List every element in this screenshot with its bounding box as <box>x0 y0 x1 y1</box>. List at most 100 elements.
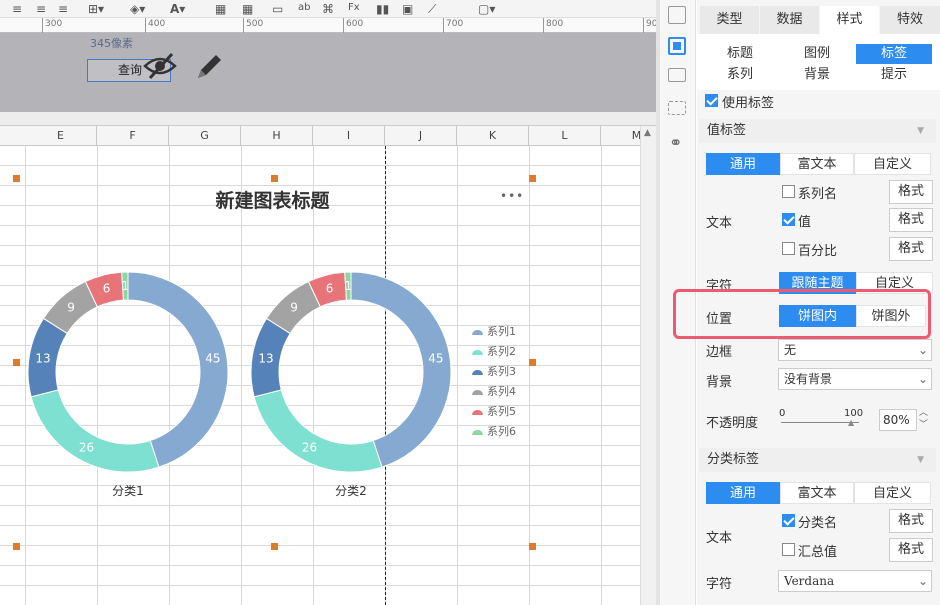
formula-icon[interactable]: Fx <box>348 2 360 16</box>
value-label-header[interactable]: 值标签 ▼ <box>699 119 936 143</box>
series-name-checkbox[interactable] <box>782 185 795 198</box>
tab-data[interactable]: 数据 <box>760 6 819 34</box>
border-icon[interactable]: ⊞▾ <box>88 2 104 16</box>
align-left-icon[interactable]: ≡ <box>12 2 22 16</box>
series-name-format-button[interactable]: 格式 <box>889 180 933 204</box>
donut-slice[interactable] <box>350 271 452 468</box>
total-format-button[interactable]: 格式 <box>889 538 933 562</box>
category-name-format-button[interactable]: 格式 <box>889 509 933 533</box>
chart-icon[interactable]: ▮▮ <box>376 2 389 16</box>
subtab-legend[interactable]: 图例 <box>779 44 855 64</box>
series-name-text: 系列名 <box>798 187 838 202</box>
tab-effect[interactable]: 特效 <box>880 6 940 34</box>
tab-style[interactable]: 样式 <box>820 6 879 34</box>
total-checkbox[interactable] <box>782 543 795 556</box>
table-icon[interactable]: ▦ <box>215 2 226 16</box>
value-mode-richtext[interactable]: 富文本 <box>780 153 854 175</box>
layout-icon[interactable] <box>668 101 686 115</box>
column-k[interactable]: K <box>457 126 529 146</box>
category-mode-custom[interactable]: 自定义 <box>854 482 931 504</box>
widget-attr-icon[interactable] <box>668 37 686 55</box>
category-mode-general[interactable]: 通用 <box>706 482 780 504</box>
value-mode-custom[interactable]: 自定义 <box>854 153 931 175</box>
slice-value-label: 13 <box>258 352 273 366</box>
frame-icon[interactable]: ▢▾ <box>478 2 495 16</box>
column-g[interactable]: G <box>169 126 241 146</box>
category-name-checkbox[interactable] <box>782 514 795 527</box>
font-color-icon[interactable]: A▾ <box>170 2 185 16</box>
align-center-icon[interactable]: ≡ <box>36 2 46 16</box>
background-select[interactable]: 没有背景 ⌄ <box>778 368 932 390</box>
resize-handle[interactable] <box>271 543 278 550</box>
param-icon[interactable]: ⌘ <box>322 2 334 16</box>
resize-handle[interactable] <box>13 543 20 550</box>
percent-checkbox[interactable] <box>782 242 795 255</box>
resize-handle[interactable] <box>529 543 536 550</box>
border-select[interactable]: 无 ⌄ <box>778 339 932 361</box>
collapse-arrow-icon[interactable]: ▼ <box>917 448 924 472</box>
background-select-value: 没有背景 <box>784 372 833 386</box>
hide-icon[interactable] <box>142 51 178 81</box>
position-outside[interactable]: 饼图外 <box>856 305 926 327</box>
opacity-min: 0 <box>779 408 786 419</box>
legend-label: 系列5 <box>487 405 516 418</box>
subtab-title[interactable]: 标题 <box>702 44 778 64</box>
font-select[interactable]: Verdana ⌄ <box>778 570 932 592</box>
legend-item-2[interactable]: 系列2 <box>472 342 516 362</box>
column-i[interactable]: I <box>313 126 385 146</box>
legend-item-1[interactable]: 系列1 <box>472 322 516 342</box>
column-l[interactable]: L <box>529 126 601 146</box>
fill-color-icon[interactable]: ◈▾ <box>130 2 145 16</box>
text-widget-icon[interactable]: ab <box>298 2 310 16</box>
slider-thumb-icon[interactable]: ▲ <box>848 418 854 427</box>
link-icon[interactable]: ⚭ <box>669 133 682 152</box>
category-mode-richtext[interactable]: 富文本 <box>780 482 854 504</box>
percent-format-button[interactable]: 格式 <box>889 237 933 261</box>
column-h[interactable]: H <box>241 126 313 146</box>
donut-slice[interactable] <box>30 389 160 473</box>
subtab-series[interactable]: 系列 <box>702 65 778 85</box>
align-right-icon[interactable]: ≡ <box>58 2 68 16</box>
cell-attr-icon[interactable] <box>668 6 686 24</box>
position-inside[interactable]: 饼图内 <box>779 305 856 327</box>
legend-marker-icon <box>472 329 483 335</box>
legend-item-3[interactable]: 系列3 <box>472 362 516 382</box>
value-mode-general[interactable]: 通用 <box>706 153 780 175</box>
property-panel: 类型 数据 样式 特效 标题 图例 标签 系列 背景 提示 使用标签 值标签 ▼ … <box>673 0 940 605</box>
scroll-up-icon[interactable]: ▲ <box>644 128 651 138</box>
grid-icon[interactable]: ▦ <box>242 2 253 16</box>
opacity-input[interactable]: 80% <box>879 409 917 431</box>
size-hint: 345像素 <box>90 37 133 50</box>
font-select-value: Verdana <box>784 574 835 588</box>
collapse-arrow-icon[interactable]: ▼ <box>917 119 924 143</box>
vertical-scrollbar[interactable]: ▲ <box>640 126 656 605</box>
opacity-stepper-icon[interactable]: ︿ ﹀ <box>919 407 928 431</box>
value-checkbox[interactable] <box>782 213 795 226</box>
legend-item-5[interactable]: 系列5 <box>472 402 516 422</box>
subtab-label[interactable]: 标签 <box>856 44 932 64</box>
value-format-button[interactable]: 格式 <box>889 208 933 232</box>
percent-text: 百分比 <box>798 244 838 259</box>
use-label-checkbox[interactable] <box>705 94 718 107</box>
category-label-header[interactable]: 分类标签 ▼ <box>699 448 936 472</box>
donut-slice[interactable] <box>253 389 383 473</box>
slice-value-label: 6 <box>103 282 111 296</box>
subtab-tooltip[interactable]: 提示 <box>856 65 932 85</box>
image-icon[interactable]: ▣ <box>402 2 413 16</box>
tab-type[interactable]: 类型 <box>700 6 759 34</box>
category-label: 分类2 <box>335 484 367 498</box>
input-icon[interactable]: ▭ <box>272 2 283 16</box>
column-e[interactable]: E <box>25 126 97 146</box>
legend-item-6[interactable]: 系列6 <box>472 422 516 442</box>
edit-pencil-icon[interactable] <box>194 50 226 82</box>
legend-item-4[interactable]: 系列4 <box>472 382 516 402</box>
column-f[interactable]: F <box>97 126 169 146</box>
subtab-background[interactable]: 背景 <box>779 65 855 85</box>
donut-slice[interactable] <box>127 271 229 468</box>
chevron-down-icon: ⌄ <box>917 574 928 588</box>
total-text: 汇总值 <box>798 545 838 560</box>
column-j[interactable]: J <box>385 126 457 146</box>
form-icon[interactable] <box>668 68 686 82</box>
slash-icon[interactable]: ⟋ <box>428 2 436 16</box>
section-band <box>0 112 656 126</box>
